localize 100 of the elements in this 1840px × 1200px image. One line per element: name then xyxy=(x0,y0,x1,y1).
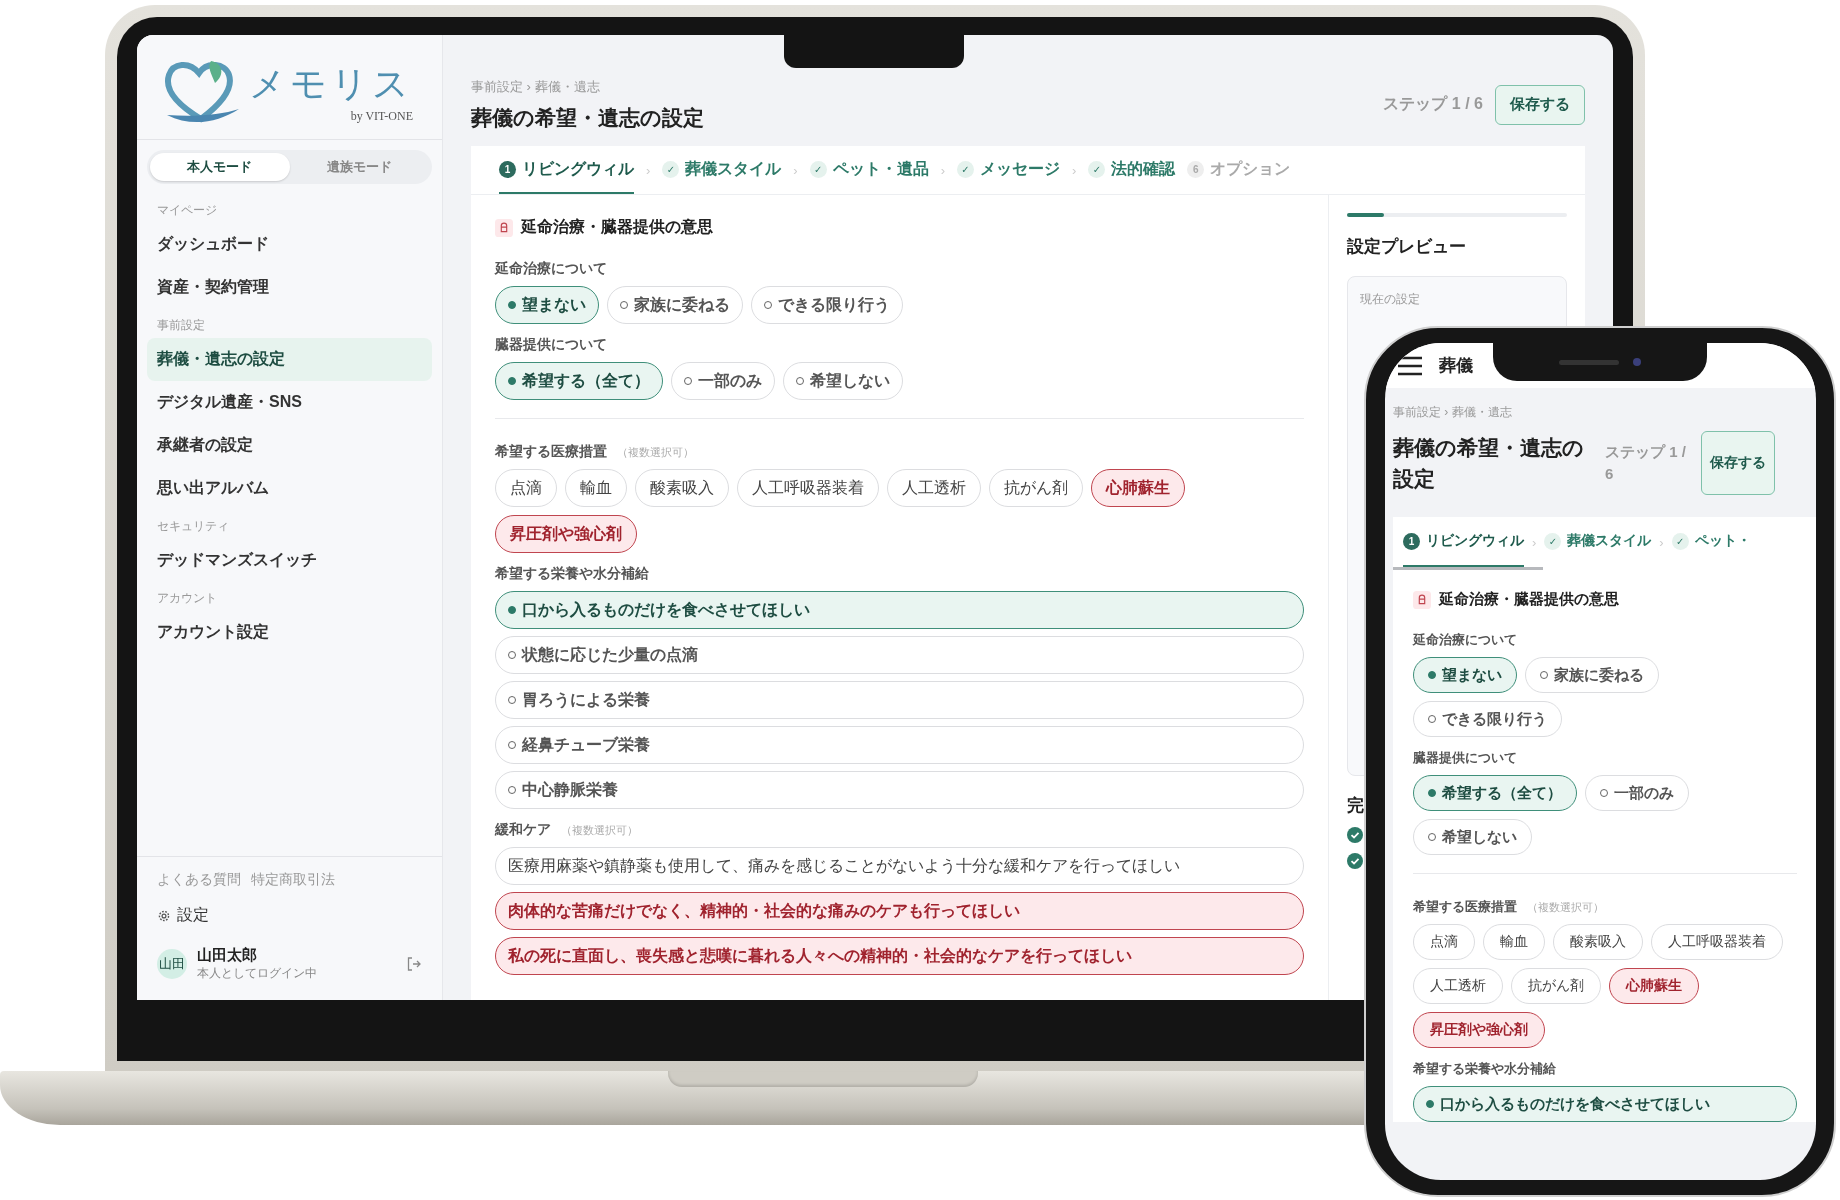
settings-icon xyxy=(157,908,171,923)
step-tab[interactable]: ✓ 法的確認 xyxy=(1088,146,1176,194)
radio-option[interactable]: できる限り行う xyxy=(751,286,903,324)
nav-item[interactable]: 葬儀・遺志の設定 xyxy=(147,338,432,381)
breadcrumb: 事前設定 › 葬儀・遺志 xyxy=(471,77,601,96)
radio-option[interactable]: 一部のみ xyxy=(1585,775,1689,811)
step-counter: ステップ 1 / 6 xyxy=(1383,94,1483,114)
choice-chip[interactable]: 昇圧剤や強心剤 xyxy=(495,515,637,553)
radio-option[interactable]: 望まない xyxy=(1413,657,1517,693)
question-label: 延命治療について xyxy=(1413,631,1517,649)
breadcrumb: 事前設定 › 葬儀・遺志 xyxy=(1393,404,1513,421)
choice-chip[interactable]: 人工呼吸器装着 xyxy=(737,469,879,507)
radio-option[interactable]: 状態に応じた少量の点滴 xyxy=(495,636,1304,674)
choice-chip[interactable]: 医療用麻薬や鎮静薬も使用して、痛みを感じることがないよう十分な緩和ケアを行ってほしい xyxy=(495,847,1304,885)
choice-chip[interactable]: 人工透析 xyxy=(1413,968,1503,1004)
nav-heading: アカウント xyxy=(156,590,218,607)
radio-option[interactable]: 一部のみ xyxy=(671,362,775,400)
nav-item[interactable]: ダッシュボード xyxy=(147,223,432,266)
step-separator: › xyxy=(646,162,651,178)
lock-icon xyxy=(495,218,513,237)
user-avatar: 山田 xyxy=(157,949,187,979)
section-title: 延命治療・臓器提供の意思 xyxy=(521,217,713,237)
nav-item[interactable]: 思い出アルバム xyxy=(147,467,432,510)
choice-chip[interactable]: 点滴 xyxy=(495,469,557,507)
login-status: 本人としてログイン中 xyxy=(197,965,318,982)
settings-link[interactable]: 設定 xyxy=(177,905,209,926)
brand-tagline: by VIT-ONE xyxy=(350,109,413,124)
check-icon xyxy=(1347,853,1363,869)
question-label: 希望する医療措置 xyxy=(495,443,607,461)
step-separator: › xyxy=(1532,534,1537,550)
page-title: 葬儀の希望・遺志の設定 xyxy=(1393,434,1585,492)
question-label: 臓器提供について xyxy=(495,336,607,354)
preview-heading: 現在の設定 xyxy=(1360,292,1420,306)
step-tab[interactable]: ✓ 葬儀スタイル xyxy=(1544,517,1652,567)
nav-item[interactable]: デッドマンズスイッチ xyxy=(147,539,432,582)
page-title: 葬儀の希望・遺志の設定 xyxy=(471,104,705,131)
step-separator: › xyxy=(1659,534,1664,550)
question-label: 希望する医療措置 xyxy=(1413,898,1517,916)
radio-option[interactable]: 家族に委ねる xyxy=(607,286,743,324)
radio-option[interactable]: 経鼻チューブ栄養 xyxy=(495,726,1304,764)
brand-name: メモリス xyxy=(249,63,413,106)
question-label: 臓器提供について xyxy=(1413,749,1517,767)
step-tab[interactable]: ✓ 葬儀スタイル xyxy=(662,146,782,194)
choice-chip[interactable]: 肉体的な苦痛だけでなく、精神的・社会的な痛みのケアも行ってほしい xyxy=(495,892,1304,930)
question-label: 希望する栄養や水分補給 xyxy=(495,565,649,583)
preview-title: 設定プレビュー xyxy=(1347,236,1467,258)
step-tab[interactable]: ✓ ペット・遺品 xyxy=(809,146,929,194)
choice-chip[interactable]: 私の死に直面し、喪失感と悲嘆に暮れる人々への精神的・社会的なケアを行ってほしい xyxy=(495,937,1304,975)
header-title: 葬儀 xyxy=(1439,355,1473,377)
choice-chip[interactable]: 輸血 xyxy=(1483,924,1545,960)
choice-chip[interactable]: 輸血 xyxy=(565,469,627,507)
radio-option[interactable]: 胃ろうによる栄養 xyxy=(495,681,1304,719)
save-button[interactable]: 保存する xyxy=(1495,84,1585,125)
nav-item[interactable]: 資産・契約管理 xyxy=(147,266,432,309)
choice-chip[interactable]: 人工透析 xyxy=(887,469,981,507)
menu-icon[interactable] xyxy=(1397,355,1423,376)
choice-chip[interactable]: 人工呼吸器装着 xyxy=(1651,924,1783,960)
nav-item[interactable]: 承継者の設定 xyxy=(147,424,432,467)
logout-icon[interactable] xyxy=(406,956,422,972)
mode-tab[interactable]: 本人モード xyxy=(150,153,290,181)
hint-text: （複数選択可） xyxy=(561,823,638,838)
radio-option[interactable]: できる限り行う xyxy=(1413,701,1562,737)
question-label: 希望する栄養や水分補給 xyxy=(1413,1060,1556,1078)
radio-option[interactable]: 中心静脈栄養 xyxy=(495,771,1304,809)
section-title: 延命治療・臓器提供の意思 xyxy=(1439,590,1619,609)
radio-option[interactable]: 希望しない xyxy=(783,362,903,400)
choice-chip[interactable]: 酸素吸入 xyxy=(635,469,729,507)
user-name: 山田太郎 xyxy=(197,946,258,965)
save-button[interactable]: 保存する xyxy=(1701,431,1775,495)
nav-heading: セキュリティ xyxy=(156,518,230,535)
radio-option[interactable]: 望まない xyxy=(495,286,599,324)
nav-item[interactable]: アカウント設定 xyxy=(147,611,432,654)
choice-chip[interactable]: 心肺蘇生 xyxy=(1091,469,1185,507)
choice-chip[interactable]: 酸素吸入 xyxy=(1553,924,1643,960)
radio-option[interactable]: 口から入るものだけを食べさせてほしい xyxy=(495,591,1304,629)
radio-option[interactable]: 希望する（全て） xyxy=(495,362,663,400)
choice-chip[interactable]: 昇圧剤や強心剤 xyxy=(1413,1012,1545,1048)
step-tab[interactable]: ✓ メッセージ xyxy=(957,146,1061,194)
completed-heading: 完 xyxy=(1347,795,1364,817)
choice-chip[interactable]: 抗がん剤 xyxy=(1511,968,1601,1004)
question-label: 延命治療について xyxy=(495,260,607,278)
radio-option[interactable]: 希望する（全て） xyxy=(1413,775,1577,811)
question-label: 緩和ケア xyxy=(495,821,551,839)
nav-item[interactable]: デジタル遺産・SNS xyxy=(147,381,432,424)
choice-chip[interactable]: 点滴 xyxy=(1413,924,1475,960)
choice-chip[interactable]: 抗がん剤 xyxy=(989,469,1083,507)
radio-option[interactable]: 口から入るものだけを食べさせてほしい xyxy=(1413,1086,1797,1122)
nav-heading: マイページ xyxy=(156,202,218,219)
choice-chip[interactable]: 心肺蘇生 xyxy=(1609,968,1699,1004)
radio-option[interactable]: 希望しない xyxy=(1413,819,1532,855)
step-counter: ステップ 1 / 6 xyxy=(1605,441,1687,484)
step-tab[interactable]: ✓ ペット・ xyxy=(1671,517,1751,567)
nav-heading: 事前設定 xyxy=(156,317,206,334)
radio-option[interactable]: 家族に委ねる xyxy=(1525,657,1659,693)
lock-icon xyxy=(1413,590,1431,609)
check-icon xyxy=(1347,827,1363,843)
step-separator: › xyxy=(793,162,798,178)
step-separator: › xyxy=(940,162,946,178)
step-separator: › xyxy=(1072,162,1077,178)
hint-text: （複数選択可） xyxy=(1527,900,1604,915)
